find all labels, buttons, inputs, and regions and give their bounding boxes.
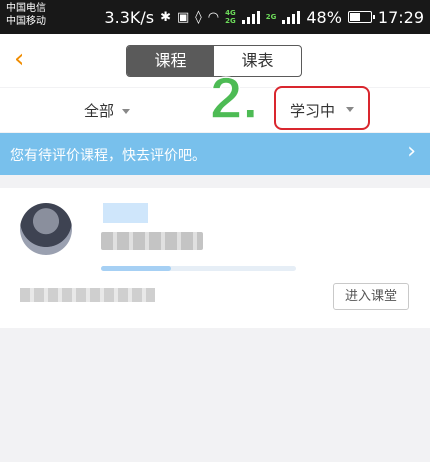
caret-down-icon: [122, 109, 131, 114]
carrier-1: 中国电信: [6, 3, 46, 14]
status-icons: 3.3K/s ✱ ▣ ◊ ◠ 4G 2G 2G 48% 17:29: [104, 0, 424, 34]
wifi-icon: ◠: [207, 9, 220, 25]
network-2g-icon: 2G: [265, 13, 277, 21]
battery-level: [349, 13, 361, 21]
filter-status-label: 学习中: [290, 102, 336, 120]
enter-classroom-button[interactable]: 进入课堂: [333, 283, 409, 310]
evaluate-banner[interactable]: 您有待评价课程，快去评价吧。 ›: [0, 133, 430, 175]
teacher-avatar: [20, 203, 72, 255]
caret-down-icon: [346, 107, 354, 112]
signal-2-icon: [282, 10, 301, 24]
banner-text: 您有待评价课程，快去评价吧。: [10, 148, 206, 164]
bluetooth-icon: ✱: [160, 9, 171, 25]
status-bar: 中国电信 中国移动 3.3K/s ✱ ▣ ◊ ◠ 4G 2G 2G 48% 17:…: [0, 0, 430, 34]
signal-1-icon: [241, 10, 260, 24]
filter-scope-dropdown[interactable]: 全部: [84, 100, 131, 121]
chevron-left-icon: ‹: [14, 44, 25, 74]
chevron-right-icon: ›: [407, 139, 416, 164]
battery-icon: [347, 11, 375, 23]
course-tag: [103, 203, 148, 223]
filter-status-dropdown[interactable]: 学习中: [274, 86, 370, 130]
network-speed: 3.3K/s: [104, 7, 155, 27]
battery-percent: 48%: [306, 7, 342, 27]
course-progress-fill: [101, 266, 172, 271]
course-card[interactable]: 进入课堂: [0, 188, 430, 328]
vibrate-icon: ◊: [195, 9, 202, 25]
nfc-icon: ▣: [177, 9, 190, 25]
carrier-2: 中国移动: [6, 16, 46, 27]
tab-courses[interactable]: 课程: [127, 46, 214, 76]
course-title-blurred: [101, 232, 203, 250]
back-button[interactable]: ‹: [14, 44, 44, 74]
course-meta-blurred: [20, 288, 155, 302]
clock: 17:29: [377, 7, 424, 27]
filter-scope-label: 全部: [84, 102, 115, 120]
network-4g-icon: 4G 2G: [225, 9, 236, 25]
step-annotation: 2.: [209, 65, 259, 132]
course-progress-bar: [101, 266, 296, 271]
carrier-info: 中国电信 中国移动: [6, 2, 46, 28]
